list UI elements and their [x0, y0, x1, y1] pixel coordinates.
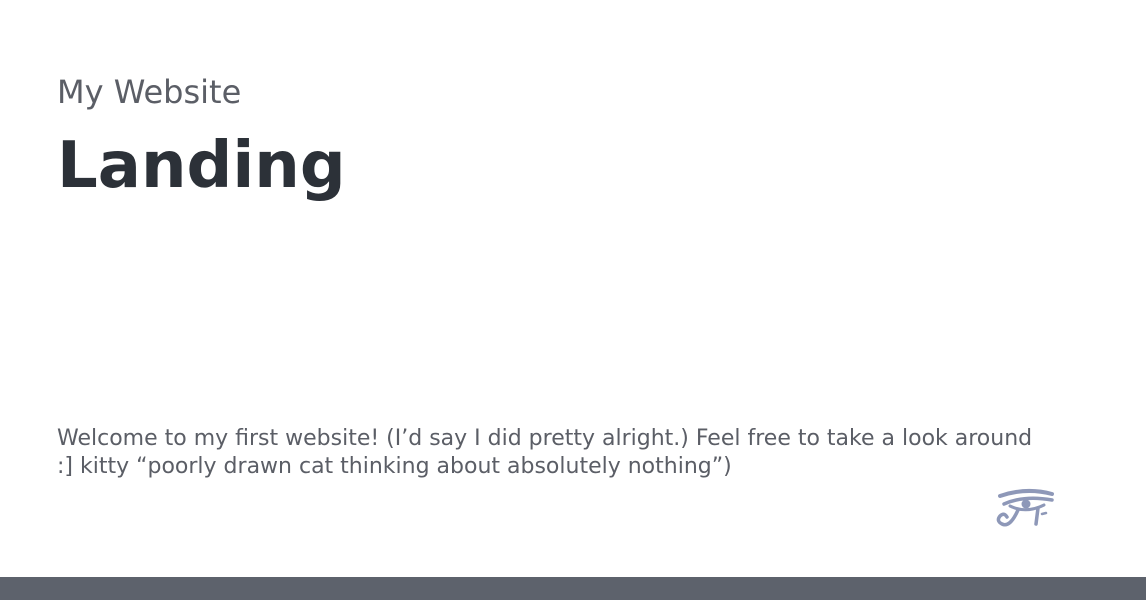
eye-of-horus-icon [996, 489, 1054, 527]
page-title: Landing [57, 129, 346, 203]
eye-link[interactable] [996, 488, 1056, 532]
footer-bar [0, 577, 1146, 600]
page: My Website Landing Welcome to my first w… [0, 0, 1146, 600]
site-name: My Website [57, 73, 242, 111]
intro-paragraph: Welcome to my first website! (I’d say I … [57, 426, 1033, 479]
